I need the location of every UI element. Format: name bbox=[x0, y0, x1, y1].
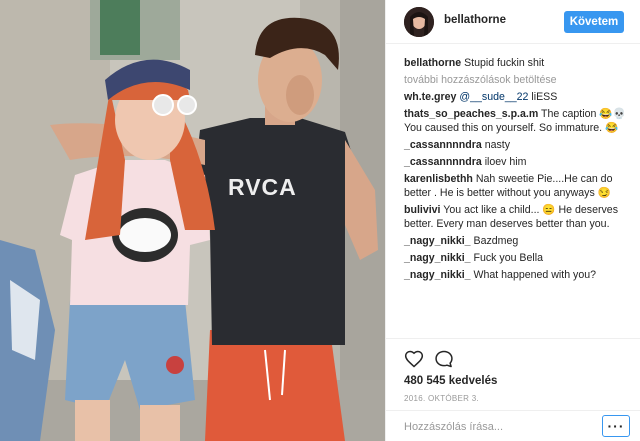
post-author-username[interactable]: bellathorne bbox=[444, 14, 506, 26]
more-options-button[interactable]: ··· bbox=[602, 415, 630, 437]
caption-text: Stupid fuckin shit bbox=[464, 57, 545, 69]
comment-item: _cassannnndra iloev him bbox=[404, 155, 626, 169]
post-header: bellathorne Követem bbox=[386, 0, 640, 44]
follow-button[interactable]: Követem bbox=[564, 11, 624, 33]
post-actions: 480 545 kedvelés 2016. OKTÓBER 3. bbox=[386, 338, 640, 418]
heart-icon[interactable] bbox=[404, 349, 424, 369]
comment-mention[interactable]: @__sude__22 bbox=[459, 91, 528, 103]
comment-username[interactable]: _nagy_nikki_ bbox=[404, 252, 471, 264]
comment-username[interactable]: _cassannnndra bbox=[404, 139, 482, 151]
comment-item: _nagy_nikki_ What happened with you? bbox=[404, 268, 626, 282]
comment-text: Fuck you Bella bbox=[473, 252, 543, 264]
post-image: RVCA bbox=[0, 0, 385, 441]
comment-input[interactable] bbox=[404, 418, 584, 436]
load-more-comments-link[interactable]: további hozzászólások betöltése bbox=[404, 73, 626, 87]
comment-bar: ··· bbox=[386, 410, 640, 441]
comment-username[interactable]: wh.te.grey bbox=[404, 91, 456, 103]
comment-item: bulivivi You act like a child... 😑 He de… bbox=[404, 203, 626, 231]
comment-text: nasty bbox=[484, 139, 511, 151]
comment-username[interactable]: _nagy_nikki_ bbox=[404, 269, 471, 281]
caption: bellathorne Stupid fuckin shit bbox=[404, 56, 626, 70]
comment-username[interactable]: _cassannnndra bbox=[404, 156, 482, 168]
comment-item: _nagy_nikki_ Fuck you Bella bbox=[404, 251, 626, 265]
avatar-image bbox=[404, 7, 434, 37]
comment-username[interactable]: karenlisbethh bbox=[404, 173, 473, 185]
comment-text: Bazdmeg bbox=[473, 235, 519, 247]
comment-list: bellathorne Stupid fuckin shit további h… bbox=[404, 56, 626, 285]
post-photo: RVCA bbox=[0, 0, 385, 441]
post-sidebar: bellathorne Követem bellathorne Stupid f… bbox=[385, 0, 640, 441]
shirt-logo: RVCA bbox=[228, 174, 297, 200]
comment-item: karenlisbethh Nah sweetie Pie....He can … bbox=[404, 172, 626, 200]
post-date: 2016. OKTÓBER 3. bbox=[404, 394, 480, 403]
comment-item: _cassannnndra nasty bbox=[404, 138, 626, 152]
comment-username[interactable]: _nagy_nikki_ bbox=[404, 235, 471, 247]
comment-username[interactable]: bulivivi bbox=[404, 204, 441, 216]
comment-item: thats_so_peaches_s.p.a.m The caption 😂💀 … bbox=[404, 107, 626, 135]
comment-item: wh.te.grey @__sude__22 liESS bbox=[404, 90, 626, 104]
comment-bubble-icon[interactable] bbox=[434, 349, 454, 369]
comment-text: liESS bbox=[531, 91, 558, 103]
comment-username[interactable]: thats_so_peaches_s.p.a.m bbox=[404, 108, 538, 120]
likes-count[interactable]: 480 545 kedvelés bbox=[404, 375, 497, 387]
avatar[interactable] bbox=[404, 7, 434, 37]
comment-text: iloev him bbox=[484, 156, 527, 168]
comment-text: What happened with you? bbox=[473, 269, 597, 281]
comment-item: _nagy_nikki_ Bazdmeg bbox=[404, 234, 626, 248]
caption-username[interactable]: bellathorne bbox=[404, 57, 461, 69]
